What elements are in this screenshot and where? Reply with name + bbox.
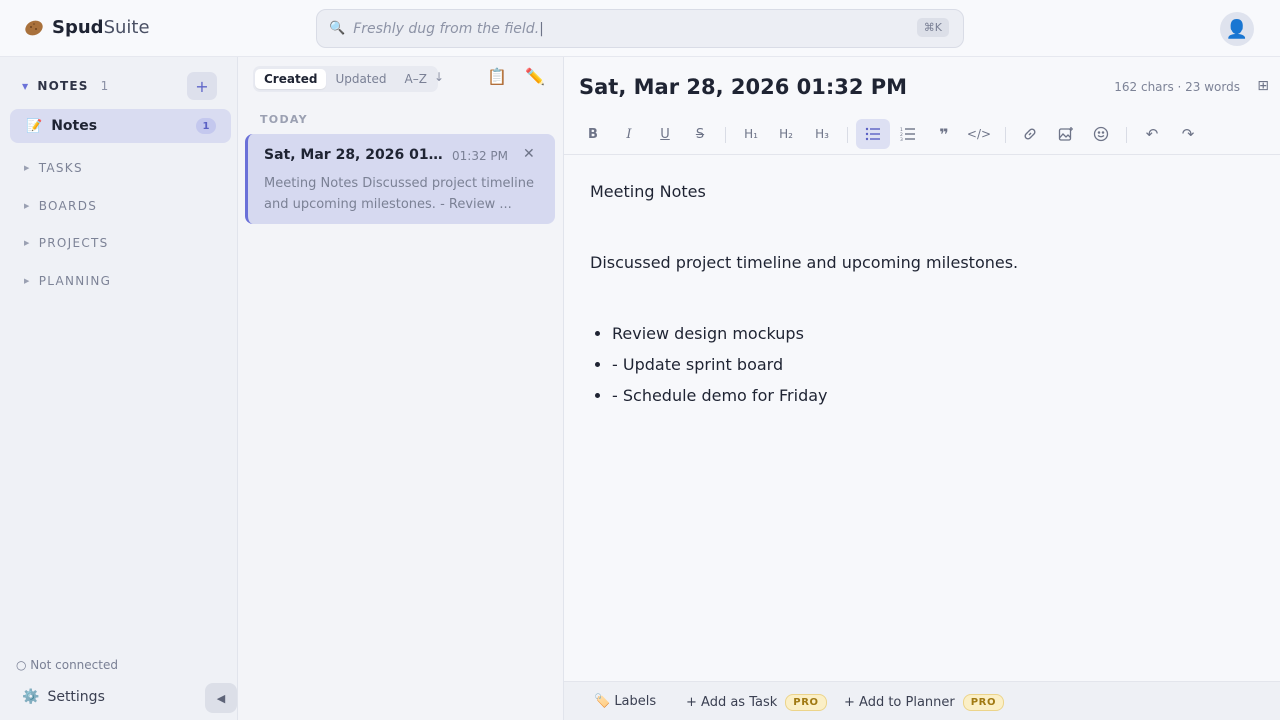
- user-avatar[interactable]: 👤: [1220, 12, 1254, 46]
- sort-tabs: Created Updated A–Z: [253, 66, 438, 92]
- note-paragraph: Discussed project timeline and upcoming …: [590, 253, 1019, 272]
- note-card[interactable]: Sat, Mar 28, 2026 01:32 PM 01:32 PM ✕ Me…: [245, 134, 555, 224]
- image-icon[interactable]: [1049, 119, 1083, 149]
- text-cursor: |: [539, 20, 544, 37]
- note-body[interactable]: Meeting Notes Discussed project timeline…: [590, 182, 1018, 411]
- list-item: - Update sprint board: [612, 349, 1018, 380]
- add-to-planner-label: + Add to Planner: [844, 695, 955, 710]
- search-shortcut: ⌘K: [916, 18, 949, 37]
- sidebar-item-label: TASKS: [38, 161, 83, 175]
- collapse-sidebar-button[interactable]: ◀: [205, 683, 237, 713]
- notes-count-badge: 1: [196, 118, 216, 134]
- search-input[interactable]: 🔍 Freshly dug from the field. | ⌘K: [316, 9, 964, 48]
- chevron-right-icon: ▶: [24, 164, 31, 172]
- note-card-preview: Meeting Notes Discussed project timeline…: [264, 176, 535, 212]
- sidebar-item-label: Notes: [51, 118, 98, 134]
- gear-icon: ⚙️: [22, 689, 40, 705]
- note-title[interactable]: Sat, Mar 28, 2026 01:32 PM: [579, 75, 907, 99]
- settings-button[interactable]: ⚙️ Settings: [22, 689, 105, 705]
- strikethrough-icon[interactable]: S: [683, 119, 717, 149]
- sort-updated[interactable]: Updated: [326, 69, 395, 89]
- sidebar-item-boards[interactable]: ▶ BOARDS: [24, 199, 97, 213]
- list-item: Review design mockups: [612, 318, 1018, 349]
- pro-badge: PRO: [962, 694, 1005, 711]
- layout-icon[interactable]: ⊞: [1257, 78, 1269, 94]
- note-card-time: 01:32 PM: [452, 149, 508, 163]
- labels-button[interactable]: 🏷️ Labels: [594, 694, 656, 709]
- sidebar-item-projects[interactable]: ▶ PROJECTS: [24, 236, 109, 250]
- underline-icon[interactable]: U: [648, 119, 682, 149]
- user-icon: 👤: [1225, 18, 1249, 40]
- bold-icon[interactable]: B: [576, 119, 610, 149]
- add-to-planner-button[interactable]: + Add to Planner PRO: [844, 694, 1005, 711]
- editor-footer: 🏷️ Labels + Add as Task PRO + Add to Pla…: [564, 681, 1280, 720]
- close-icon[interactable]: ✕: [523, 146, 535, 162]
- potato-icon: [25, 20, 43, 35]
- emoji-icon[interactable]: [1084, 119, 1118, 149]
- sidebar-item-notes[interactable]: 📝 Notes 1: [10, 109, 231, 143]
- memo-icon: 📝: [26, 118, 43, 134]
- connection-status: ○ Not connected: [16, 658, 118, 672]
- pro-badge: PRO: [785, 694, 827, 711]
- numbered-list-icon[interactable]: 123: [891, 119, 925, 149]
- notes-section-count: 1: [100, 79, 109, 93]
- chevron-right-icon: ▶: [24, 239, 31, 247]
- search-icon: 🔍: [329, 21, 346, 36]
- chevron-down-icon: ▼: [22, 81, 30, 91]
- undo-icon[interactable]: ↶: [1135, 119, 1169, 149]
- pencil-icon[interactable]: ✏️: [525, 67, 545, 86]
- chevron-right-icon: ▶: [24, 202, 31, 210]
- code-icon[interactable]: </>: [962, 119, 996, 149]
- brand-logo[interactable]: Spud Suite: [24, 17, 150, 38]
- sidebar-item-planning[interactable]: ▶ PLANNING: [24, 274, 111, 288]
- quote-icon[interactable]: ❞: [927, 119, 961, 149]
- sidebar-item-label: PLANNING: [38, 274, 112, 288]
- brand-name-bold: Spud: [52, 17, 104, 38]
- sidebar: ▼ NOTES 1 + 📝 Notes 1 ▶ TASKS ▶ BOARDS ▶ PR…: [0, 57, 238, 720]
- redo-icon[interactable]: ↷: [1171, 119, 1205, 149]
- heading2-icon[interactable]: H₂: [769, 119, 803, 149]
- settings-label: Settings: [47, 689, 105, 705]
- brand-name-light: Suite: [103, 17, 150, 38]
- list-item: - Schedule demo for Friday: [612, 380, 1018, 411]
- heading3-icon[interactable]: H₃: [805, 119, 839, 149]
- clipboard-icon[interactable]: 📋: [487, 67, 507, 86]
- note-card-title: Sat, Mar 28, 2026 01:32 PM: [264, 147, 444, 163]
- format-toolbar: B I U S H₁ H₂ H₃ 123 ❞ </> ↶ ↷: [564, 117, 1280, 155]
- add-note-button[interactable]: +: [187, 72, 217, 100]
- note-list-panel: Created Updated A–Z ↓ 📋 ✏️ TODAY Sat, Ma…: [238, 57, 564, 720]
- group-label: TODAY: [260, 113, 308, 126]
- link-icon[interactable]: [1013, 119, 1047, 149]
- note-editor: Sat, Mar 28, 2026 01:32 PM 162 chars · 2…: [564, 57, 1280, 720]
- notes-section-header[interactable]: ▼ NOTES 1: [22, 79, 108, 93]
- chevron-right-icon: ▶: [24, 277, 31, 285]
- notes-section-title: NOTES: [37, 79, 89, 93]
- sort-created[interactable]: Created: [255, 69, 327, 89]
- sidebar-item-label: BOARDS: [38, 199, 98, 213]
- sidebar-item-label: PROJECTS: [38, 236, 109, 250]
- sidebar-item-tasks[interactable]: ▶ TASKS: [24, 161, 83, 175]
- chevron-left-icon: ◀: [216, 691, 226, 705]
- add-as-task-button[interactable]: + Add as Task PRO: [686, 694, 827, 711]
- italic-icon[interactable]: I: [612, 119, 646, 149]
- word-count: 162 chars · 23 words: [1114, 80, 1240, 94]
- top-bar: Spud Suite 🔍 Freshly dug from the field. |…: [0, 0, 1280, 57]
- heading1-icon[interactable]: H₁: [734, 119, 768, 149]
- sort-alpha[interactable]: A–Z: [396, 69, 436, 89]
- note-heading: Meeting Notes: [590, 182, 706, 201]
- note-bullet-list: Review design mockups - Update sprint bo…: [612, 318, 1018, 411]
- add-as-task-label: + Add as Task: [686, 695, 778, 710]
- search-placeholder: Freshly dug from the field.: [353, 20, 540, 37]
- bullet-list-icon[interactable]: [856, 119, 890, 149]
- sort-direction-button[interactable]: ↓: [434, 70, 444, 84]
- svg-text:3: 3: [900, 137, 903, 141]
